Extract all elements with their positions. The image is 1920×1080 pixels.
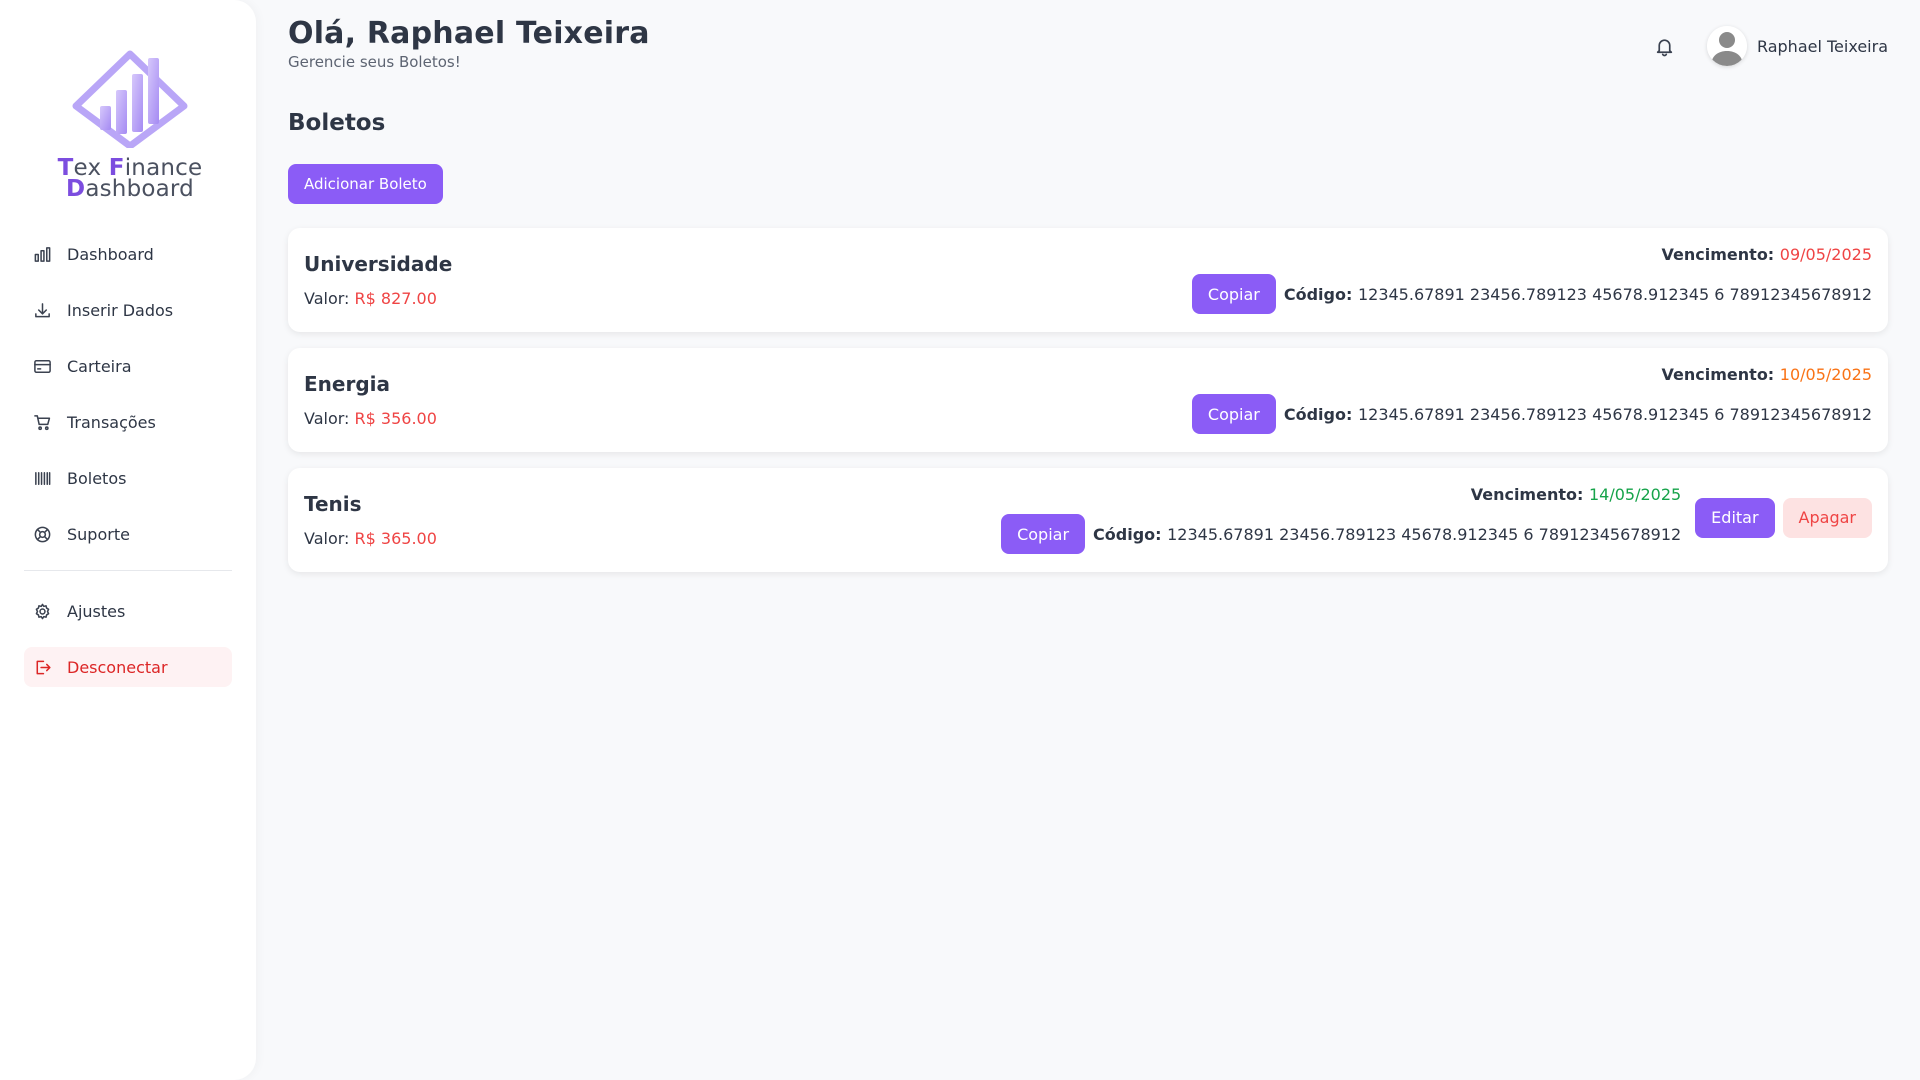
bill-code-value: 12345.67891 23456.789123 45678.912345 6 … xyxy=(1167,524,1682,544)
sidebar-item-label: Dashboard xyxy=(67,244,154,264)
sidebar-item-ajustes[interactable]: Ajustes xyxy=(24,591,232,631)
sidebar-item-dashboard[interactable]: Dashboard xyxy=(24,234,232,274)
bar-chart-icon xyxy=(32,244,52,264)
sidebar-nav: Dashboard Inserir Dados Carteira Transaç… xyxy=(24,234,232,703)
sidebar-item-label: Inserir Dados xyxy=(67,300,174,320)
bill-card: Tenis Valor: R$ 365.00 Vencimento: 14/05… xyxy=(288,468,1888,572)
bill-details: Vencimento: 10/05/2025 Copiar Código: 12… xyxy=(1191,364,1872,434)
page-subtitle: Gerencie seus Boletos! xyxy=(288,53,461,71)
sidebar-item-label: Transações xyxy=(67,412,156,432)
bill-value: Valor: R$ 365.00 xyxy=(304,529,437,548)
bill-code: Código: 12345.67891 23456.789123 45678.9… xyxy=(1284,285,1872,304)
sidebar-item-transacoes[interactable]: Transações xyxy=(24,402,232,442)
copy-code-button[interactable]: Copiar xyxy=(1191,394,1276,434)
bills-list: Universidade Valor: R$ 827.00 Vencimento… xyxy=(288,228,1888,588)
bill-code-row: Copiar Código: 12345.67891 23456.789123 … xyxy=(1191,394,1872,434)
credit-card-icon xyxy=(32,356,52,376)
bill-code-label: Código: xyxy=(1093,524,1168,544)
bill-code-label: Código: xyxy=(1283,284,1358,304)
bill-value-label: Valor: xyxy=(304,289,355,308)
bill-code: Código: 12345.67891 23456.789123 45678.9… xyxy=(1093,525,1681,544)
bill-value-amount: R$ 356.00 xyxy=(354,409,437,428)
bill-info: Vencimento: 14/05/2025 Copiar Código: 12… xyxy=(1001,484,1681,554)
bill-due-label: Vencimento: xyxy=(1470,485,1589,504)
bill-value-amount: R$ 827.00 xyxy=(354,289,437,308)
bill-code-row: Copiar Código: 12345.67891 23456.789123 … xyxy=(1001,514,1681,554)
bill-name: Universidade xyxy=(304,252,453,276)
bill-name: Tenis xyxy=(304,492,362,516)
user-avatar-icon xyxy=(1706,26,1747,66)
bill-info: Vencimento: 09/05/2025 Copiar Código: 12… xyxy=(1191,244,1872,314)
brand-letter: D xyxy=(66,176,86,202)
bill-card: Energia Valor: R$ 356.00 Vencimento: 10/… xyxy=(288,348,1888,452)
sidebar: Tex Finance Dashboard Dashboard Inserir … xyxy=(0,0,256,1080)
sidebar-item-label: Suporte xyxy=(67,524,130,544)
sidebar-item-boletos[interactable]: Boletos xyxy=(24,458,232,498)
edit-bill-button[interactable]: Editar xyxy=(1695,497,1775,538)
bill-value: Valor: R$ 356.00 xyxy=(304,409,437,428)
bill-code: Código: 12345.67891 23456.789123 45678.9… xyxy=(1284,405,1872,424)
sidebar-item-label: Ajustes xyxy=(67,601,126,621)
sidebar-item-carteira[interactable]: Carteira xyxy=(24,346,232,386)
bill-due-date: 14/05/2025 xyxy=(1588,485,1682,504)
logo-diamond-icon xyxy=(72,50,188,148)
download-icon xyxy=(32,300,52,320)
bill-value-amount: R$ 365.00 xyxy=(354,529,437,548)
bill-value-label: Valor: xyxy=(304,409,355,428)
bill-due: Vencimento: 09/05/2025 xyxy=(1662,244,1872,266)
bill-code-label: Código: xyxy=(1283,404,1358,424)
bill-due-label: Vencimento: xyxy=(1661,365,1780,384)
gear-icon xyxy=(32,601,52,621)
sidebar-item-label: Boletos xyxy=(67,468,127,488)
bill-details: Vencimento: 09/05/2025 Copiar Código: 12… xyxy=(1191,244,1872,314)
user-name[interactable]: Raphael Teixeira xyxy=(1757,37,1888,56)
bill-value: Valor: R$ 827.00 xyxy=(304,289,437,308)
bill-code-row: Copiar Código: 12345.67891 23456.789123 … xyxy=(1191,274,1872,314)
sidebar-item-suporte[interactable]: Suporte xyxy=(24,514,232,554)
bill-due: Vencimento: 10/05/2025 xyxy=(1662,364,1872,386)
sidebar-item-label: Carteira xyxy=(67,356,132,376)
bill-name: Energia xyxy=(304,372,390,396)
bill-actions: Editar Apagar xyxy=(1695,497,1872,538)
bill-due-label: Vencimento: xyxy=(1661,245,1780,264)
barcode-icon xyxy=(32,468,52,488)
page-header: Olá, Raphael Teixeira Gerencie seus Bole… xyxy=(288,16,650,72)
copy-code-button[interactable]: Copiar xyxy=(1001,514,1086,554)
cart-icon xyxy=(32,412,52,432)
page-title: Olá, Raphael Teixeira xyxy=(288,16,650,51)
bill-value-label: Valor: xyxy=(304,529,355,548)
bill-code-value: 12345.67891 23456.789123 45678.912345 6 … xyxy=(1357,404,1872,424)
bill-code-value: 12345.67891 23456.789123 45678.912345 6 … xyxy=(1357,284,1872,304)
brand-logo[interactable]: Tex Finance Dashboard xyxy=(56,50,204,204)
bill-due-date: 10/05/2025 xyxy=(1779,365,1872,384)
logout-icon xyxy=(32,657,52,677)
avatar[interactable] xyxy=(1706,26,1747,66)
sidebar-item-desconectar[interactable]: Desconectar xyxy=(24,647,232,687)
sidebar-item-label: Desconectar xyxy=(67,657,168,677)
brand-text: ashboard xyxy=(85,176,194,202)
lifebuoy-icon xyxy=(32,524,52,544)
sidebar-divider xyxy=(24,570,232,571)
section-title: Boletos xyxy=(288,110,386,136)
bill-details: Vencimento: 14/05/2025 Copiar Código: 12… xyxy=(1001,484,1872,554)
bill-due: Vencimento: 14/05/2025 xyxy=(1471,484,1681,506)
delete-bill-button[interactable]: Apagar xyxy=(1782,497,1872,538)
add-boleto-button[interactable]: Adicionar Boleto xyxy=(288,164,443,204)
bill-due-date: 09/05/2025 xyxy=(1779,245,1872,264)
user-area: Raphael Teixeira xyxy=(1653,24,1888,68)
notification-bell-icon[interactable] xyxy=(1653,34,1677,58)
sidebar-item-inserir-dados[interactable]: Inserir Dados xyxy=(24,290,232,330)
brand-name: Tex Finance Dashboard xyxy=(56,157,204,202)
bill-card: Universidade Valor: R$ 827.00 Vencimento… xyxy=(288,228,1888,332)
copy-code-button[interactable]: Copiar xyxy=(1191,274,1276,314)
bill-info: Vencimento: 10/05/2025 Copiar Código: 12… xyxy=(1191,364,1872,434)
